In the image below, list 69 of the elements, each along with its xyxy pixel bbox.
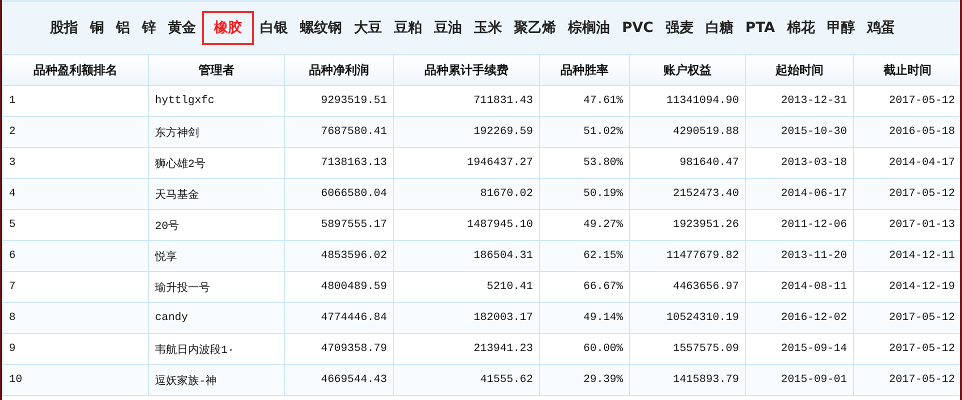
table-cell: 49.14%	[540, 302, 630, 334]
category-tab[interactable]: PVC	[616, 12, 660, 44]
category-tab[interactable]: 豆粕	[388, 11, 428, 45]
table-cell: candy	[148, 302, 284, 334]
table-cell: 2	[2, 116, 148, 148]
table-cell: 2015-09-01	[746, 364, 854, 396]
table-cell: 2017-05-12	[854, 364, 960, 396]
category-tab[interactable]: 铜	[84, 11, 110, 45]
table-cell: 2017-05-12	[854, 178, 960, 210]
table-cell: 62.15%	[540, 240, 630, 272]
category-tab[interactable]: 橡胶	[202, 11, 254, 45]
category-tab[interactable]: 甲醇	[820, 11, 861, 45]
table-cell: 7687580.41	[284, 116, 394, 148]
column-header: 品种累计手续费	[394, 54, 540, 86]
category-tab[interactable]: 聚乙烯	[508, 11, 562, 45]
category-tab[interactable]: 豆油	[428, 11, 468, 45]
column-header: 品种盈利额排名	[2, 54, 148, 86]
table-cell: 东方神剑	[148, 116, 284, 148]
table-cell: 4774446.84	[284, 302, 394, 334]
table-cell: 11477679.82	[630, 240, 746, 272]
table-cell: 天马基金	[148, 178, 284, 210]
table-cell: 2017-05-12	[854, 302, 960, 334]
category-tab[interactable]: 白银	[254, 11, 294, 45]
table-cell: 2014-12-11	[854, 240, 960, 272]
column-header: 起始时间	[746, 54, 854, 86]
table-cell: 81670.02	[394, 178, 540, 210]
column-header: 品种胜率	[540, 54, 630, 86]
category-tab[interactable]: 股指	[44, 11, 84, 45]
table-cell: 4290519.88	[630, 116, 746, 148]
category-tab[interactable]: 玉米	[468, 11, 508, 45]
category-tab[interactable]: 锌	[136, 11, 162, 45]
table-cell: 192269.59	[394, 116, 540, 148]
category-tab[interactable]: 黄金	[162, 11, 202, 45]
table-cell: 8	[2, 302, 148, 334]
table-cell: 2015-10-30	[746, 116, 854, 148]
table-cell: 2016-12-02	[746, 302, 854, 334]
table-cell: 4669544.43	[284, 364, 394, 396]
category-tab[interactable]: 强麦	[659, 11, 700, 45]
table-cell: 2013-11-20	[746, 240, 854, 272]
table-cell: 4853596.02	[284, 240, 394, 272]
table-cell: 10	[2, 364, 148, 396]
category-tab[interactable]: 螺纹钢	[294, 11, 348, 45]
table-cell: 29.39%	[540, 364, 630, 396]
category-tab[interactable]: 白糖	[699, 11, 740, 45]
table-cell: 2014-06-17	[746, 178, 854, 210]
category-tab[interactable]: 大豆	[348, 11, 388, 45]
column-header: 账户权益	[630, 54, 746, 86]
table-cell: 逗妖家族-神	[148, 364, 284, 396]
table-cell: 50.19%	[540, 178, 630, 210]
category-tab[interactable]: 棕榈油	[562, 11, 616, 45]
category-tab[interactable]: 铝	[110, 11, 136, 45]
category-tab[interactable]: 鸡蛋	[860, 11, 901, 45]
table-cell: 1415893.79	[630, 364, 746, 396]
column-header: 品种净利润	[284, 54, 394, 86]
column-header: 截止时间	[854, 54, 960, 86]
category-tab[interactable]: PTA	[739, 12, 781, 44]
table-cell: 4	[2, 178, 148, 210]
category-tab[interactable]: 棉花	[780, 11, 821, 45]
table-cell: 6	[2, 240, 148, 272]
table-cell: 悦享	[148, 240, 284, 272]
table-cell: 41555.62	[394, 364, 540, 396]
column-header: 管理者	[148, 54, 284, 86]
table-cell: 2016-05-18	[854, 116, 960, 148]
table-cell: 51.02%	[540, 116, 630, 148]
table-cell: 182003.17	[394, 302, 540, 334]
table-cell: 2152473.40	[630, 178, 746, 210]
table-cell: 10524310.19	[630, 302, 746, 334]
table-cell: 6066580.04	[284, 178, 394, 210]
table-cell: 186504.31	[394, 240, 540, 272]
